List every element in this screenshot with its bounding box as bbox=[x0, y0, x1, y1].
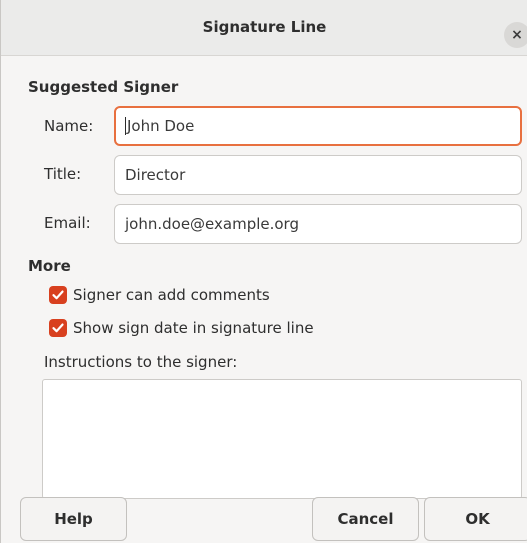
title-label: Title: bbox=[44, 165, 82, 183]
name-input[interactable]: John Doe bbox=[114, 106, 522, 146]
suggested-signer-heading: Suggested Signer bbox=[28, 78, 179, 96]
text-cursor bbox=[125, 117, 126, 135]
email-value: john.doe@example.org bbox=[125, 215, 299, 233]
checkmark-icon bbox=[52, 323, 64, 333]
checkmark-icon bbox=[52, 290, 64, 300]
name-label: Name: bbox=[44, 117, 94, 135]
dialog-title: Signature Line bbox=[202, 18, 327, 36]
more-heading: More bbox=[28, 257, 71, 275]
show-sign-date-label: Show sign date in signature line bbox=[73, 319, 314, 337]
can-add-comments-checkbox-row[interactable]: Signer can add comments bbox=[49, 284, 270, 306]
email-input[interactable]: john.doe@example.org bbox=[114, 204, 522, 244]
close-button[interactable]: × bbox=[504, 22, 527, 48]
help-button[interactable]: Help bbox=[20, 497, 127, 541]
show-sign-date-checkbox-row[interactable]: Show sign date in signature line bbox=[49, 317, 314, 339]
title-value: Director bbox=[125, 166, 186, 184]
ok-button[interactable]: OK bbox=[424, 497, 527, 541]
title-bar: Signature Line × bbox=[1, 0, 527, 56]
email-label: Email: bbox=[44, 214, 91, 232]
can-add-comments-checkbox[interactable] bbox=[49, 286, 67, 304]
signature-line-dialog: Signature Line × Suggested Signer Name: … bbox=[0, 0, 527, 543]
show-sign-date-checkbox[interactable] bbox=[49, 319, 67, 337]
instructions-label: Instructions to the signer: bbox=[44, 353, 238, 371]
title-input[interactable]: Director bbox=[114, 155, 522, 195]
instructions-textarea[interactable] bbox=[42, 379, 522, 499]
close-icon: × bbox=[511, 27, 523, 43]
name-value: John Doe bbox=[127, 117, 195, 135]
can-add-comments-label: Signer can add comments bbox=[73, 286, 270, 304]
cancel-button[interactable]: Cancel bbox=[312, 497, 419, 541]
